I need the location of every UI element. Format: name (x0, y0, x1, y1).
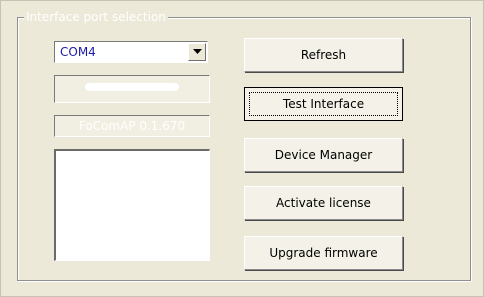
device-manager-button-label: Device Manager (274, 148, 373, 162)
version-field: FoComAP 0.1.670 (54, 115, 210, 137)
version-text: FoComAP 0.1.670 (78, 119, 186, 133)
port-select-dropdown-button[interactable] (188, 43, 206, 61)
activate-license-button-label: Activate license (276, 196, 371, 210)
activate-license-button[interactable]: Activate license (244, 186, 403, 220)
status-indicator (85, 83, 179, 91)
test-interface-button-label: Test Interface (282, 97, 365, 111)
port-select[interactable]: COM4 (54, 41, 208, 63)
device-listbox[interactable] (54, 149, 210, 261)
groupbox-title: Interface port selection (24, 10, 168, 24)
port-select-value: COM4 (60, 45, 96, 59)
upgrade-firmware-button-label: Upgrade firmware (269, 246, 378, 260)
refresh-button-label: Refresh (300, 48, 347, 62)
chevron-down-icon (193, 49, 202, 54)
refresh-button[interactable]: Refresh (244, 38, 403, 72)
interface-window: Interface port selection COM4 FoComAP 0.… (0, 0, 484, 297)
connection-status-field (54, 75, 210, 103)
upgrade-firmware-button[interactable]: Upgrade firmware (244, 236, 403, 270)
device-manager-button[interactable]: Device Manager (244, 138, 403, 172)
test-interface-button[interactable]: Test Interface (244, 87, 403, 121)
